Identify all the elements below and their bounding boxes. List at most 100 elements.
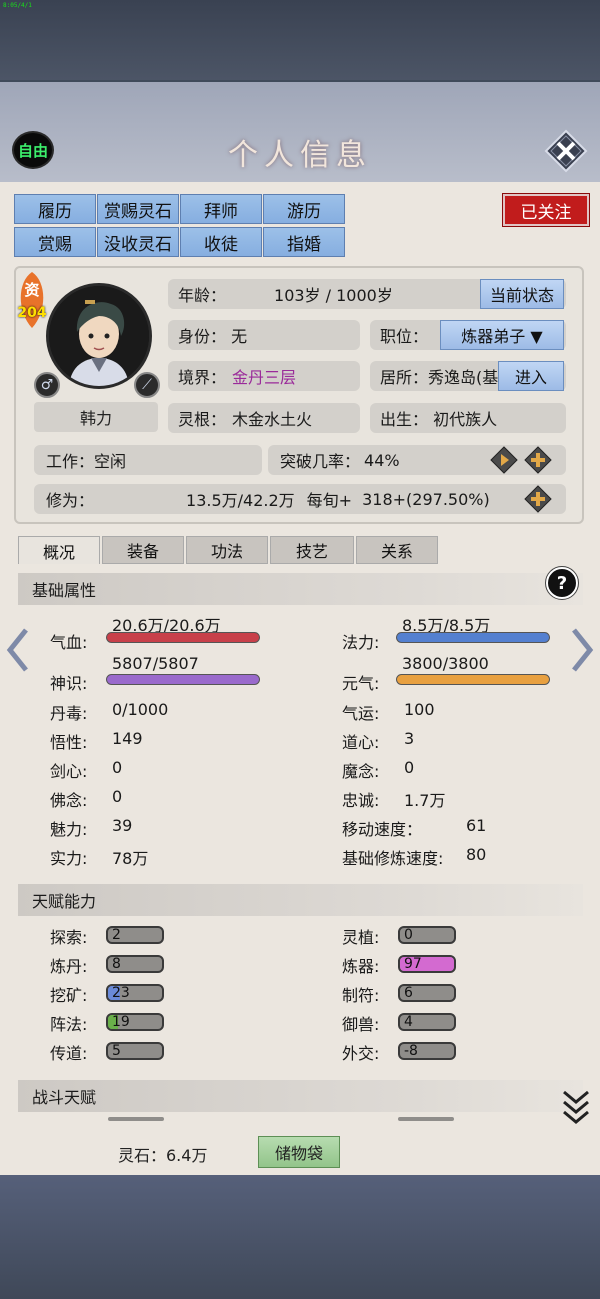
stat-value-1: 149 [112, 729, 143, 748]
stat-label-4: 魅力: [50, 820, 88, 839]
bottom-background [0, 1175, 600, 1299]
cultivation-plus-icon[interactable] [524, 485, 552, 513]
followed-button[interactable]: 已关注 [502, 193, 590, 227]
vital-label: 元气: [342, 674, 380, 693]
work-field: 工作：空闲 [34, 445, 262, 475]
sense-value: 5807/5807 [112, 654, 199, 673]
tab-techniques[interactable]: 功法 [186, 536, 268, 564]
talent-value: 6 [404, 985, 413, 1001]
history-button[interactable]: 履历 [14, 194, 96, 224]
talent-label-1: 炼丹: [50, 957, 88, 976]
confiscate-stone-button[interactable]: 没收灵石 [97, 227, 179, 257]
travel-button[interactable]: 游历 [263, 194, 345, 224]
apprentice-button[interactable]: 拜师 [180, 194, 262, 224]
tab-equipment[interactable]: 装备 [102, 536, 184, 564]
per-turn-label: 每旬+ [306, 491, 353, 510]
sense-bar [106, 674, 260, 685]
realm-label: 境界： [178, 368, 227, 387]
close-button[interactable] [544, 129, 588, 173]
birth-field: 出生： 初代族人 [370, 403, 566, 433]
stat-value-4: 39 [112, 816, 133, 835]
combat-talent-bar-partial [108, 1117, 164, 1121]
stat-label-right-2: 魔念: [342, 762, 380, 781]
stat-value-2: 0 [112, 758, 123, 777]
root-value: 木金水土火 [232, 410, 313, 429]
talent-bar-1-right: 97 [398, 955, 456, 973]
take-disciple-button[interactable]: 收徒 [180, 227, 262, 257]
stat-value-right-3: 1.7万 [404, 791, 446, 810]
talent-bar-0-right: 0 [398, 926, 456, 944]
talent-value: 8 [112, 956, 121, 972]
tab-relations[interactable]: 关系 [356, 536, 438, 564]
talent-label-1-right: 炼器: [342, 957, 380, 976]
talent-value: 5 [112, 1043, 121, 1059]
page-title: 个人信息 [228, 138, 372, 173]
sword-icon[interactable]: ⟋ [134, 372, 160, 398]
stat-label-right-4: 移动速度： [342, 820, 423, 839]
scroll-down-icon[interactable] [560, 1088, 592, 1130]
male-gender-icon: ♂ [34, 372, 60, 398]
reward-stone-button[interactable]: 赏赐灵石 [97, 194, 179, 224]
stat-value-0: 0/1000 [112, 700, 169, 719]
play-icon[interactable] [490, 446, 518, 474]
talent-label-4-right: 外交: [342, 1044, 380, 1063]
basic-attributes-heading: 基础属性 [18, 573, 583, 605]
talent-label-2-right: 制符: [342, 986, 380, 1005]
talent-label-4: 传道: [50, 1044, 88, 1063]
talent-bar-2: 23 [106, 984, 164, 1002]
vital-bar [396, 674, 550, 685]
character-portrait-icon [49, 286, 149, 386]
realm-value: 金丹三层 [232, 368, 297, 387]
tab-overview[interactable]: 概况 [18, 536, 100, 564]
stat-value-right-1: 3 [404, 729, 415, 748]
talent-bar-4: 5 [106, 1042, 164, 1060]
talent-bar-4-right: -8 [398, 1042, 456, 1060]
tab-skills[interactable]: 技艺 [270, 536, 354, 564]
stat-label-right-1: 道心: [342, 733, 380, 752]
talent-label-0-right: 灵植: [342, 928, 380, 947]
breakthrough-field: 突破几率： 44% [268, 445, 566, 475]
prev-arrow-icon[interactable] [6, 628, 30, 676]
talent-bar-2-right: 6 [398, 984, 456, 1002]
talent-bar-0: 2 [106, 926, 164, 944]
talent-value: 23 [112, 985, 130, 1001]
position-label: 职位： [380, 327, 429, 346]
talent-label-3: 阵法: [50, 1015, 88, 1034]
stat-value-5: 78万 [112, 849, 149, 868]
avatar[interactable] [46, 283, 152, 389]
breakthrough-label: 突破几率： [280, 452, 361, 471]
talent-bar-1: 8 [106, 955, 164, 973]
hp-bar [106, 632, 260, 643]
sense-label: 神识: [50, 674, 88, 693]
cultivation-label: 修为： [46, 491, 95, 510]
position-dropdown[interactable]: 炼器弟子 ▼ [440, 320, 564, 350]
hp-label: 气血: [50, 633, 88, 652]
close-icon [544, 129, 588, 173]
mana-bar [396, 632, 550, 643]
talent-value: 19 [112, 1014, 130, 1030]
stat-value-right-5: 80 [466, 845, 487, 864]
stat-label-5: 实力: [50, 849, 88, 868]
next-arrow-icon[interactable] [570, 628, 594, 676]
talent-label-3-right: 御兽: [342, 1015, 380, 1034]
reward-button[interactable]: 赏赐 [14, 227, 96, 257]
stat-label-3: 佛念: [50, 791, 88, 810]
storage-bag-button[interactable]: 储物袋 [258, 1136, 340, 1168]
character-name: 韩力 [34, 402, 158, 432]
breakthrough-value: 44% [364, 450, 400, 470]
breakthrough-plus-icon[interactable] [524, 446, 552, 474]
per-turn-value: 318+(297.50%) [362, 489, 490, 509]
stat-value-right-0: 100 [404, 700, 435, 719]
identity-field: 身份： 无 [168, 320, 360, 350]
enter-residence-button[interactable]: 进入 [498, 361, 564, 391]
current-state-button[interactable]: 当前状态 [480, 279, 564, 309]
root-label: 灵根： [178, 410, 227, 429]
talent-bar-3: 19 [106, 1013, 164, 1031]
help-icon[interactable]: ? [545, 566, 579, 600]
free-mode-button[interactable]: 自由 [12, 131, 54, 169]
mana-label: 法力: [342, 633, 380, 652]
marriage-button[interactable]: 指婚 [263, 227, 345, 257]
combat-talent-heading: 战斗天赋 [18, 1080, 583, 1112]
talent-value: 97 [404, 956, 422, 972]
talent-heading: 天赋能力 [18, 884, 583, 916]
